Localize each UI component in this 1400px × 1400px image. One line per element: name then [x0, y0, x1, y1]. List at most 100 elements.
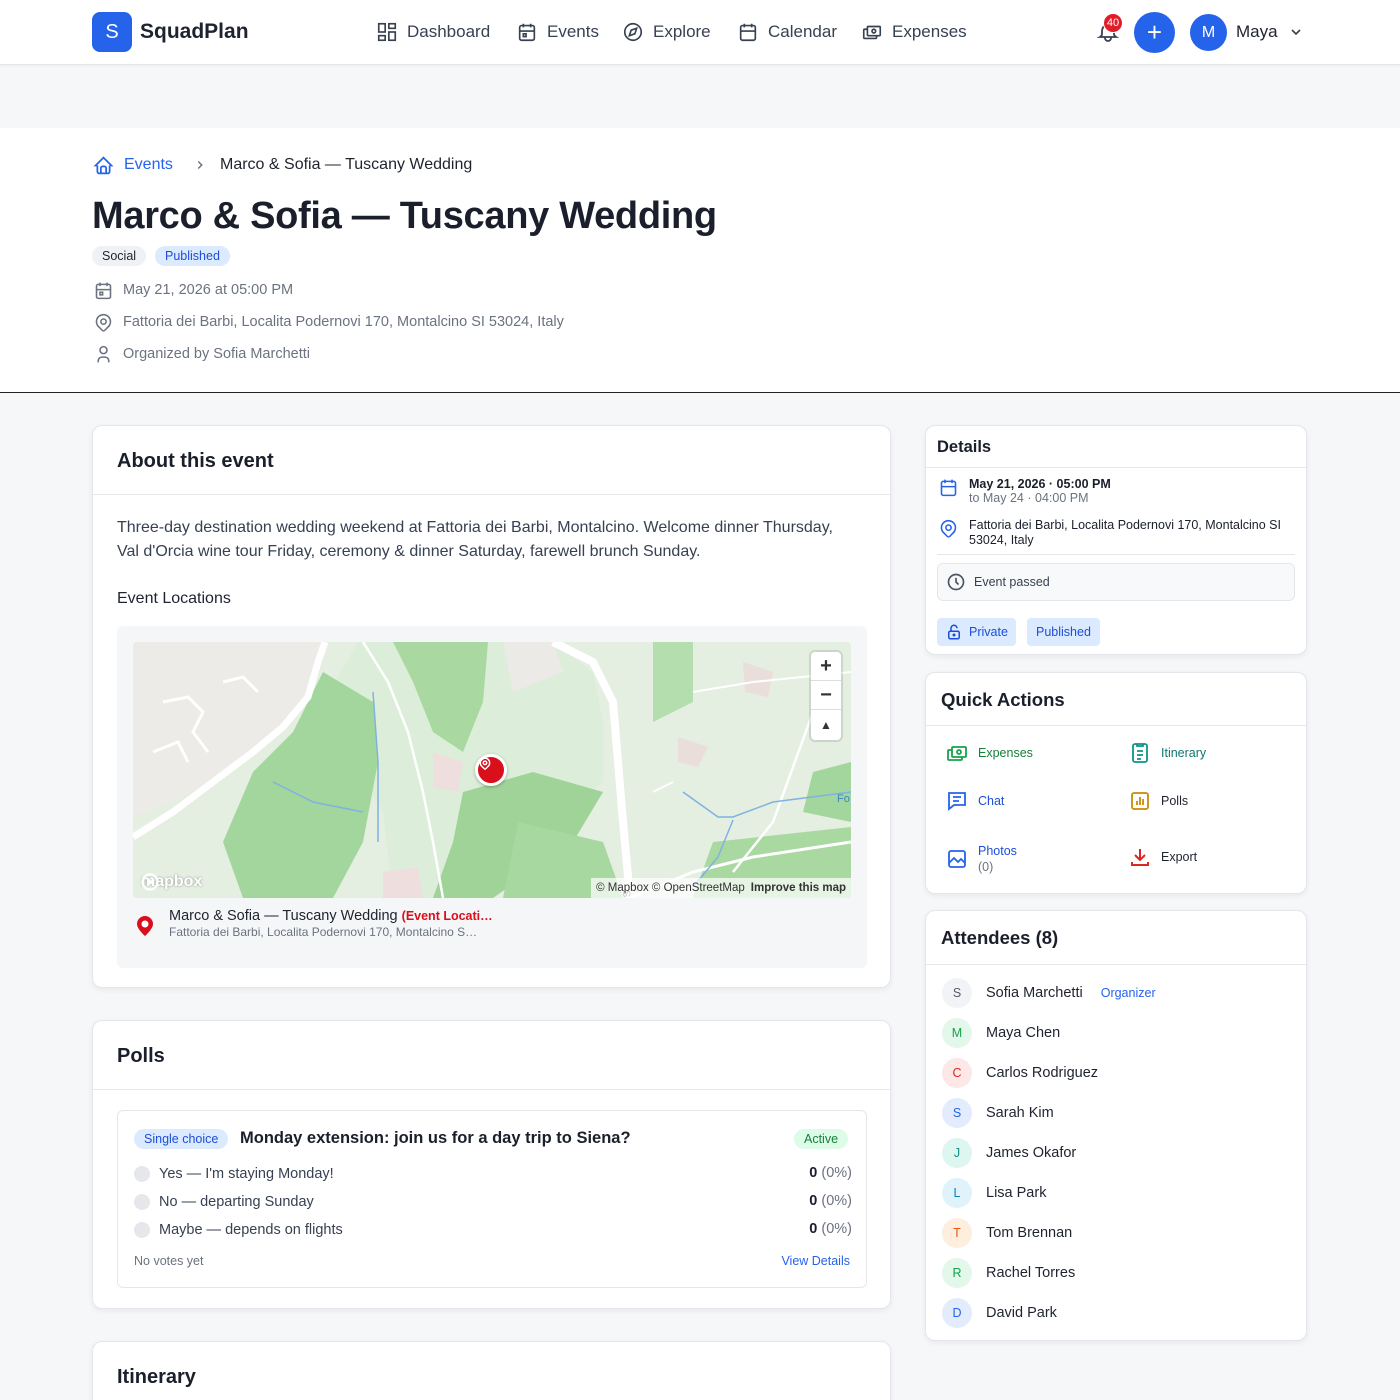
avatar: D: [942, 1298, 972, 1328]
locations-panel: S Fo + − ▲ mapbox © Mapbox © OpenStreetM…: [117, 626, 867, 968]
breadcrumb-events[interactable]: Events: [124, 156, 173, 174]
app-logo[interactable]: S: [92, 12, 132, 52]
page-title: Marco & Sofia — Tuscany Wedding: [92, 195, 717, 237]
nav-events[interactable]: Events: [516, 19, 599, 45]
bar-chart-icon: [1131, 792, 1149, 810]
address-text: Fattoria dei Barbi, Localita Podernovi 1…: [123, 314, 564, 330]
divider: [926, 725, 1306, 726]
attendee-row[interactable]: L Lisa Park: [942, 1178, 1046, 1208]
poll-option-label: Yes — I'm staying Monday!: [159, 1166, 334, 1182]
avatar: J: [942, 1138, 972, 1168]
nav-label: Events: [547, 22, 599, 41]
attendee-row[interactable]: R Rachel Torres: [942, 1258, 1075, 1288]
poll-item: Single choice Monday extension: join us …: [117, 1110, 867, 1288]
map-pin-icon: [95, 313, 112, 332]
quick-actions-heading: Quick Actions: [941, 689, 1065, 710]
image-icon: [948, 850, 966, 868]
attribution-text[interactable]: © Mapbox © OpenStreetMap: [596, 882, 745, 894]
breadcrumb-current: Marco & Sofia — Tuscany Wedding: [220, 156, 473, 173]
location-marker[interactable]: [475, 754, 507, 786]
chat-icon: [948, 792, 966, 811]
mapbox-icon: [141, 873, 159, 891]
attendee-row[interactable]: S Sarah Kim: [942, 1098, 1054, 1128]
visibility-text: Private: [969, 625, 1008, 639]
nav-calendar[interactable]: Calendar: [737, 19, 837, 45]
event-map[interactable]: S Fo + − ▲ mapbox © Mapbox © OpenStreetM…: [133, 642, 851, 898]
radio-button[interactable]: [134, 1166, 150, 1182]
home-icon[interactable]: [93, 155, 114, 176]
chevron-down-icon[interactable]: [1288, 24, 1304, 40]
action-photos[interactable]: Photos (0): [945, 843, 1017, 875]
attendees-heading: Attendees (8): [941, 927, 1059, 948]
nav-expenses[interactable]: Expenses: [861, 19, 967, 45]
zoom-in-button[interactable]: +: [811, 652, 841, 681]
status-badge: Published: [155, 246, 230, 266]
poll-option[interactable]: No — departing Sunday 0 (0%): [134, 1192, 852, 1212]
poll-status-badge: Active: [794, 1129, 849, 1149]
visibility-badge: Private: [937, 618, 1016, 646]
attendee-row[interactable]: T Tom Brennan: [942, 1218, 1072, 1248]
cash-icon: [947, 746, 967, 761]
radio-button[interactable]: [134, 1222, 150, 1238]
details-heading: Details: [937, 438, 992, 456]
chevron-right-icon: [197, 160, 203, 170]
zoom-out-button[interactable]: −: [811, 681, 841, 710]
map-attribution: © Mapbox © OpenStreetMap Improve this ma…: [591, 878, 851, 898]
itinerary-heading: Itinerary: [117, 1366, 196, 1388]
nav-explore[interactable]: Explore: [622, 19, 711, 45]
divider: [926, 467, 1306, 468]
location-name: Marco & Sofia — Tuscany Wedding: [169, 908, 398, 924]
about-heading: About this event: [117, 450, 274, 472]
location-item-title[interactable]: Marco & Sofia — Tuscany Wedding (Event L…: [169, 908, 493, 924]
user-avatar[interactable]: M: [1190, 14, 1227, 51]
create-button[interactable]: +: [1134, 12, 1175, 53]
poll-option[interactable]: Maybe — depends on flights 0 (0%): [134, 1220, 852, 1240]
attendee-row[interactable]: C Carlos Rodriguez: [942, 1058, 1098, 1088]
notification-badge: 40: [1103, 13, 1123, 33]
action-itinerary[interactable]: Itinerary: [1128, 741, 1206, 765]
mapbox-logo[interactable]: mapbox: [141, 873, 202, 891]
organizer-text: Organized by Sofia Marchetti: [123, 346, 310, 362]
event-passed-notice: Event passed: [937, 563, 1295, 601]
attendee-name: Carlos Rodriguez: [986, 1065, 1099, 1081]
radio-button[interactable]: [134, 1194, 150, 1210]
poll-option-count: 0 (0%): [809, 1221, 852, 1237]
event-description: Three-day destination wedding weekend at…: [117, 519, 833, 560]
poll-option[interactable]: Yes — I'm staying Monday! 0 (0%): [134, 1164, 852, 1184]
attendee-name: Sarah Kim: [986, 1105, 1054, 1121]
attendee-name: Rachel Torres: [986, 1265, 1076, 1281]
action-label: Itinerary: [1161, 746, 1207, 760]
nav-label: Expenses: [892, 22, 967, 41]
map-pin-icon: [940, 519, 957, 538]
view-details-link[interactable]: View Details: [781, 1254, 850, 1268]
dashboard-icon: [377, 22, 397, 42]
action-expenses[interactable]: Expenses: [945, 741, 1033, 765]
attendee-row[interactable]: D David Park: [942, 1298, 1057, 1328]
attendee-name: David Park: [986, 1305, 1057, 1321]
download-icon: [1131, 849, 1149, 866]
attendees-card: Attendees (8) S Sofia Marchetti Organizer M…: [925, 910, 1307, 1341]
poll-question: Monday extension: join us for a day trip…: [240, 1129, 631, 1147]
action-polls[interactable]: Polls: [1128, 789, 1188, 813]
user-name[interactable]: Maya: [1236, 22, 1278, 42]
nav-dashboard[interactable]: Dashboard: [376, 19, 490, 45]
attendee-row[interactable]: J James Okafor: [942, 1138, 1076, 1168]
improve-map-link[interactable]: Improve this map: [751, 882, 846, 894]
avatar: S: [942, 1098, 972, 1128]
attendee-row[interactable]: M Maya Chen: [942, 1018, 1060, 1048]
cash-icon: [862, 25, 882, 40]
attendee-name: Sofia Marchetti: [986, 985, 1083, 1001]
app-name[interactable]: SquadPlan: [140, 20, 249, 44]
action-chat[interactable]: Chat: [945, 789, 1004, 813]
poll-option-label: No — departing Sunday: [159, 1194, 314, 1210]
avatar: C: [942, 1058, 972, 1088]
poll-footer: No votes yet: [134, 1254, 204, 1268]
details-card: Details May 21, 2026 · 05:00 PM to May 2…: [925, 425, 1307, 655]
attendee-row[interactable]: S Sofia Marchetti Organizer: [942, 978, 1156, 1008]
compass-button[interactable]: ▲: [811, 710, 841, 739]
poll-option-label: Maybe — depends on flights: [159, 1222, 343, 1238]
calendar-icon: [739, 23, 757, 42]
action-count: (0): [978, 860, 994, 874]
calendar-icon: [940, 479, 957, 497]
action-export[interactable]: Export: [1128, 845, 1197, 869]
